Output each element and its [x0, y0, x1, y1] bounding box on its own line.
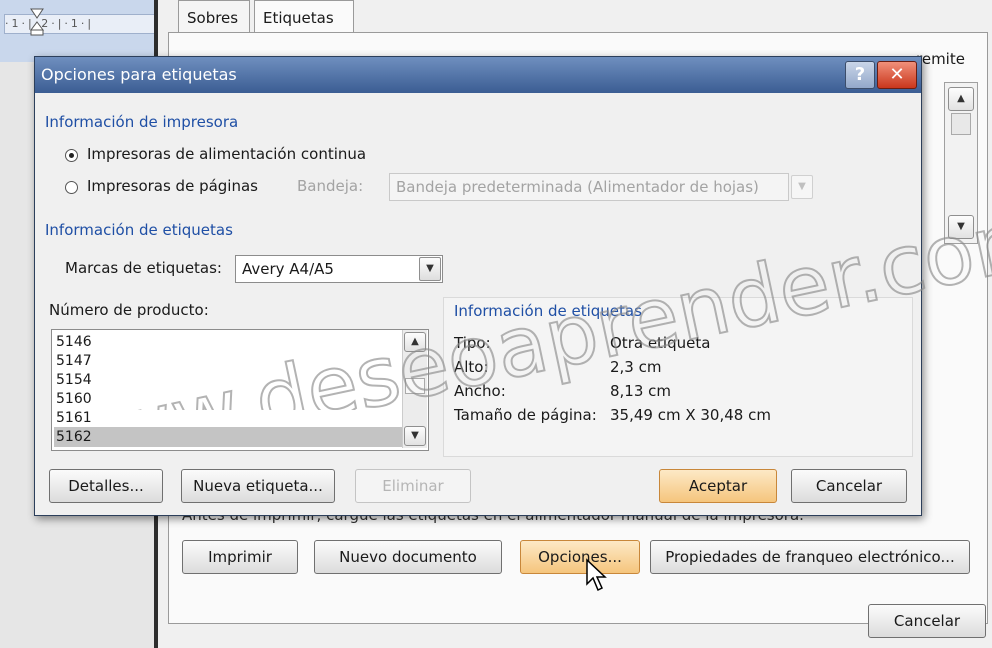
label-details-heading: Información de etiquetas	[454, 302, 642, 320]
label-info-heading: Información de etiquetas	[45, 221, 233, 239]
list-scrollbar[interactable]: ▲ ▼	[402, 330, 427, 448]
list-item[interactable]: 5146	[54, 332, 402, 352]
continuous-printer-label: Impresoras de alimentación continua	[87, 145, 367, 163]
label-details-panel: Información de etiquetas Tipo: Otra etiq…	[443, 297, 913, 457]
type-label: Tipo:	[454, 334, 491, 352]
height-value: 2,3 cm	[610, 358, 662, 376]
indent-marker-icon[interactable]	[30, 8, 44, 36]
chevron-down-icon[interactable]: ▼	[419, 257, 441, 281]
remite-label: remite	[916, 50, 965, 68]
tray-select[interactable]: Bandeja predeterminada (Alimentador de h…	[389, 173, 789, 201]
cancel-button[interactable]: Cancelar	[791, 469, 907, 503]
product-number-label: Número de producto:	[49, 301, 209, 319]
width-label: Ancho:	[454, 382, 506, 400]
delete-button[interactable]: Eliminar	[355, 469, 471, 503]
printer-info-heading: Información de impresora	[45, 113, 239, 131]
cancel-button-main[interactable]: Cancelar	[868, 604, 986, 638]
page-printer-label: Impresoras de páginas	[87, 177, 258, 195]
height-label: Alto:	[454, 358, 489, 376]
tray-label: Bandeja:	[297, 177, 364, 195]
tab-sobres[interactable]: Sobres	[178, 0, 250, 34]
scroll-thumb[interactable]	[951, 113, 971, 135]
product-number-list[interactable]: 5146 5147 5154 5160 5161 5162 ▲ ▼	[51, 329, 429, 451]
list-item[interactable]: 5154	[54, 370, 402, 390]
page-printer-radio[interactable]	[65, 181, 78, 194]
postage-properties-button[interactable]: Propiedades de franqueo electrónico...	[650, 540, 970, 574]
chevron-down-icon[interactable]: ▼	[791, 175, 813, 199]
brand-label: Marcas de etiquetas:	[65, 259, 222, 277]
page-size-value: 35,49 cm X 30,48 cm	[610, 406, 771, 424]
close-icon[interactable]: ✕	[877, 61, 917, 89]
scroll-thumb[interactable]	[405, 378, 425, 394]
page-size-label: Tamaño de página:	[454, 406, 597, 424]
word-ruler: ·1·|·2·|·1·|	[0, 0, 159, 62]
dialog-titlebar[interactable]: Opciones para etiquetas ? ✕	[35, 57, 921, 93]
ruler-strip: ·1·|·2·|·1·|	[4, 14, 156, 34]
print-button[interactable]: Imprimir	[182, 540, 298, 574]
scroll-down-icon[interactable]: ▼	[404, 426, 426, 446]
scroll-up-icon[interactable]: ▲	[404, 332, 426, 352]
ok-button[interactable]: Aceptar	[659, 469, 777, 503]
continuous-printer-radio[interactable]	[65, 149, 78, 162]
help-icon[interactable]: ?	[845, 61, 875, 89]
new-label-button[interactable]: Nueva etiqueta...	[181, 469, 335, 503]
options-button[interactable]: Opciones...	[520, 540, 640, 574]
address-scrollbar[interactable]: ▲ ▼	[944, 82, 978, 244]
brand-select[interactable]: Avery A4/A5	[235, 255, 443, 283]
list-item[interactable]: 5160	[54, 389, 402, 409]
details-button[interactable]: Detalles...	[49, 469, 163, 503]
list-item[interactable]: 5147	[54, 351, 402, 371]
list-item-selected[interactable]: 5162	[54, 427, 402, 447]
dialog-title: Opciones para etiquetas	[41, 65, 237, 84]
label-options-dialog: Opciones para etiquetas ? ✕ Información …	[34, 56, 922, 516]
new-document-button[interactable]: Nuevo documento	[314, 540, 502, 574]
list-item[interactable]: 5161	[54, 408, 402, 428]
scroll-down-icon[interactable]: ▼	[948, 215, 974, 239]
type-value: Otra etiqueta	[610, 334, 711, 352]
width-value: 8,13 cm	[610, 382, 672, 400]
scroll-up-icon[interactable]: ▲	[948, 87, 974, 111]
tab-etiquetas[interactable]: Etiquetas	[254, 0, 354, 34]
mouse-pointer-icon	[586, 558, 607, 592]
